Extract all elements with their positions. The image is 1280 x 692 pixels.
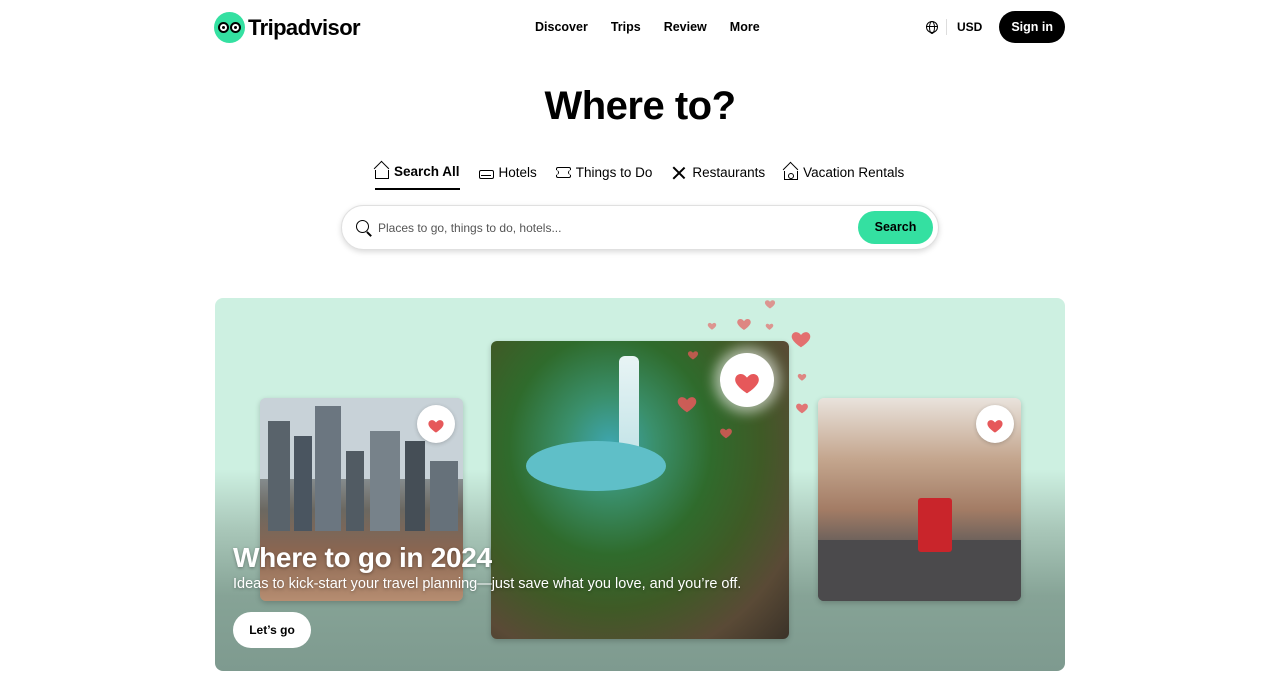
heart-icon (687, 351, 699, 360)
promo-banner: Where to go in 2024 Ideas to kick-start … (215, 298, 1065, 671)
save-button[interactable] (417, 405, 455, 443)
heart-icon (737, 319, 751, 330)
heart-icon (796, 403, 808, 414)
tab-vacation-rentals[interactable]: Vacation Rentals (784, 164, 904, 190)
heart-icon (720, 428, 732, 439)
tab-label: Search All (394, 164, 460, 179)
heart-icon (428, 420, 444, 433)
bed-icon (478, 169, 494, 179)
heart-icon (764, 300, 776, 309)
promo-title: Where to go in 2024 (233, 542, 492, 573)
house-key-icon (784, 170, 799, 180)
header-actions: USD Sign in (925, 11, 1065, 43)
home-icon (375, 169, 389, 179)
save-button[interactable] (720, 353, 774, 407)
promo-subtitle: Ideas to kick-start your travel planning… (233, 576, 742, 592)
search-bar: Search (341, 205, 939, 250)
tab-hotels[interactable]: Hotels (478, 164, 537, 190)
search-button[interactable]: Search (858, 211, 933, 244)
tab-search-all[interactable]: Search All (375, 164, 460, 190)
london-street-photo[interactable] (818, 398, 1021, 601)
tab-things-to-do[interactable]: Things to Do (552, 164, 653, 190)
page-title: Where to? (544, 84, 736, 128)
currency-selector[interactable]: USD (957, 20, 982, 34)
heart-icon (677, 397, 697, 413)
heart-icon (987, 420, 1003, 433)
search-category-tabs: Search All Hotels Things to Do Restauran… (375, 164, 923, 190)
nav-trips[interactable]: Trips (611, 20, 641, 34)
tab-label: Vacation Rentals (803, 165, 905, 180)
heart-icon (765, 323, 774, 330)
fork-knife-icon (671, 166, 687, 180)
nav-more[interactable]: More (730, 20, 760, 34)
heart-icon (735, 374, 759, 394)
heart-icon (791, 332, 811, 348)
tab-label: Hotels (498, 165, 537, 180)
top-header: Tripadvisor Discover Trips Review More U… (0, 0, 1280, 56)
main-nav: Discover Trips Review More (535, 20, 783, 34)
tab-label: Things to Do (575, 165, 653, 180)
nav-review[interactable]: Review (664, 20, 707, 34)
sign-in-button[interactable]: Sign in (999, 11, 1065, 43)
tripadvisor-logo[interactable]: Tripadvisor (214, 12, 361, 43)
search-icon (356, 220, 369, 233)
lets-go-button[interactable]: Let’s go (233, 612, 311, 648)
logo-text: Tripadvisor (248, 14, 361, 40)
search-input[interactable] (378, 218, 848, 238)
header-divider (945, 19, 947, 35)
heart-icon (797, 373, 807, 381)
ticket-icon (552, 167, 574, 178)
waterfall-jungle-photo[interactable] (491, 341, 789, 639)
owl-logo-icon (214, 12, 245, 43)
nav-discover[interactable]: Discover (535, 20, 588, 34)
tab-label: Restaurants (692, 165, 766, 180)
tab-restaurants[interactable]: Restaurants (671, 164, 765, 190)
heart-icon (707, 322, 717, 330)
save-button[interactable] (976, 405, 1014, 443)
globe-icon[interactable] (925, 21, 938, 34)
